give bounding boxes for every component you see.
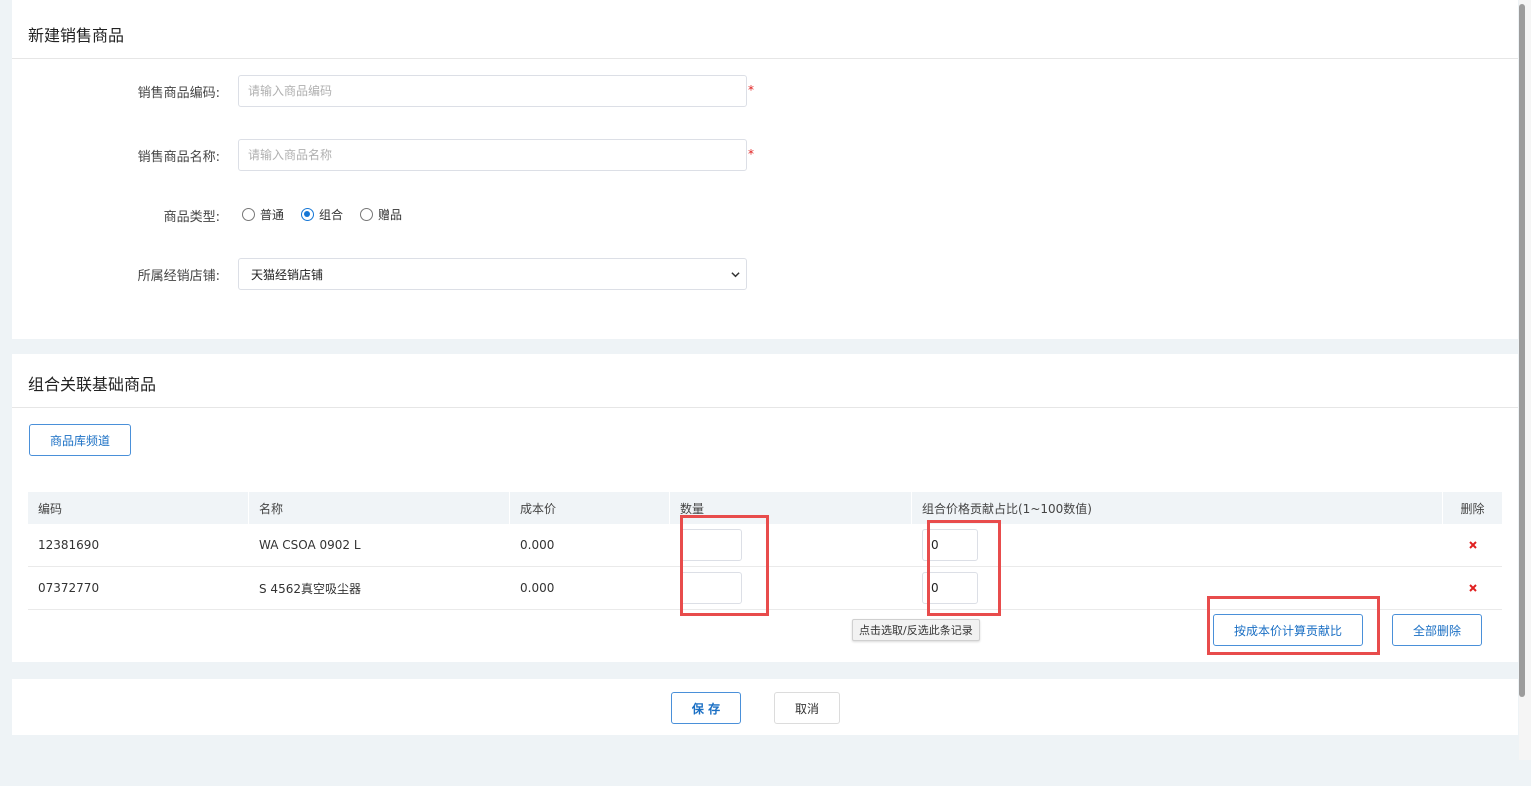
radio-combo-circle[interactable]: [301, 208, 315, 221]
code-label: 销售商品编码:: [137, 86, 220, 101]
row-qty-cell: [670, 567, 912, 609]
row-select-tooltip: 点击选取/反选此条记录: [852, 619, 980, 641]
col-header-ratio: 组合价格贡献占比(1~100数值): [912, 492, 1443, 524]
type-radio-normal[interactable]: 普通: [242, 206, 284, 223]
delete-x-icon[interactable]: [1468, 540, 1478, 550]
form-panel: 新建销售商品 销售商品编码: * 销售商品名称: * 商品类型: 普通 组合 赠…: [12, 0, 1518, 339]
row-cost: 0.000: [520, 538, 555, 552]
name-input[interactable]: [238, 139, 747, 171]
delete-x-icon[interactable]: [1468, 583, 1478, 593]
table-row[interactable]: 07372770 S 4562真空吸尘器 0.000: [28, 567, 1502, 610]
scrollbar-thumb[interactable]: [1519, 4, 1525, 697]
row-ratio-cell: [912, 567, 1443, 609]
row-code: 12381690: [38, 538, 100, 552]
col-header-qty: 数量: [670, 492, 912, 524]
calc-by-cost-button[interactable]: 按成本价计算贡献比: [1213, 614, 1363, 646]
form-title-divider: [12, 58, 1518, 59]
table-header: 编码 名称 成本价 数量 组合价格贡献占比(1~100数值) 删除: [28, 492, 1502, 524]
row-qty-cell: [670, 524, 912, 566]
type-radio-gift[interactable]: 赠品: [360, 206, 402, 223]
footer-panel: 保 存 取消: [12, 679, 1518, 735]
ratio-input[interactable]: [922, 529, 978, 561]
radio-normal-circle[interactable]: [242, 208, 255, 221]
row-cost: 0.000: [520, 581, 555, 595]
table-row[interactable]: 12381690 WA CSOA 0902 L 0.000: [28, 524, 1502, 567]
delete-all-button[interactable]: 全部删除: [1392, 614, 1482, 646]
radio-combo-label: 组合: [319, 208, 344, 222]
name-required-mark: *: [748, 147, 754, 161]
qty-input[interactable]: [680, 529, 742, 561]
form-title: 新建销售商品: [28, 26, 125, 45]
cancel-button[interactable]: 取消: [774, 692, 840, 724]
radio-gift-circle[interactable]: [360, 208, 374, 221]
ratio-input[interactable]: [922, 572, 978, 604]
row-ratio-cell: [912, 524, 1443, 566]
store-select[interactable]: 天猫经销店铺: [238, 258, 747, 290]
radio-normal-label: 普通: [260, 208, 285, 222]
code-input[interactable]: [238, 75, 747, 107]
save-button[interactable]: 保 存: [671, 692, 741, 724]
radio-gift-label: 赠品: [378, 208, 403, 222]
name-label: 销售商品名称:: [137, 150, 220, 165]
row-delete-cell: [1443, 524, 1502, 566]
row-delete-cell: [1443, 567, 1502, 609]
col-header-name: 名称: [249, 492, 510, 524]
row-name: WA CSOA 0902 L: [259, 538, 361, 552]
store-select-value: 天猫经销店铺: [251, 267, 324, 282]
row-code: 07372770: [38, 581, 100, 595]
combo-table: 编码 名称 成本价 数量 组合价格贡献占比(1~100数值) 删除 123816…: [28, 492, 1502, 610]
col-header-cost: 成本价: [510, 492, 670, 524]
product-library-button[interactable]: 商品库频道: [29, 424, 131, 456]
col-header-delete: 删除: [1460, 501, 1485, 516]
combo-title-divider: [12, 407, 1518, 408]
type-radio-group: 普通 组合 赠品: [242, 206, 419, 223]
row-name: S 4562真空吸尘器: [259, 581, 361, 596]
chevron-down-icon: [731, 272, 740, 278]
combo-title: 组合关联基础商品: [28, 375, 157, 394]
type-label: 商品类型:: [163, 210, 220, 225]
col-header-code: 编码: [28, 492, 249, 524]
code-required-mark: *: [748, 83, 754, 97]
combo-panel: 组合关联基础商品 商品库频道 编码 名称 成本价 数量 组合价格贡献占比(1~1…: [12, 354, 1518, 662]
type-radio-combo[interactable]: 组合: [301, 206, 343, 223]
qty-input[interactable]: [680, 572, 742, 604]
store-label: 所属经销店铺:: [137, 269, 220, 284]
